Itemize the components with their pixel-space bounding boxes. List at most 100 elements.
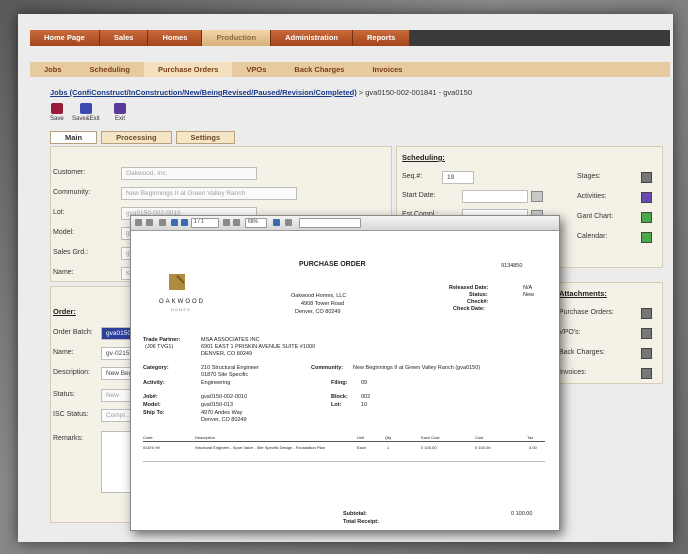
start-date-label: Start Date: (402, 192, 436, 199)
page-number-field[interactable]: 1 / 1 (191, 218, 219, 228)
gant-chart-label: Gant Chart: (577, 213, 614, 220)
save-exit-button[interactable]: Save&Exit (72, 103, 100, 122)
gant-chart-icon[interactable] (641, 212, 652, 223)
subnav-tab-scheduling[interactable]: Scheduling (76, 62, 144, 77)
save-exit-label: Save&Exit (72, 116, 100, 122)
model-value-pdf: gva0150-013 (201, 402, 234, 408)
name-label: Name: (53, 269, 74, 276)
form-toolbar: Save Save&Exit Exit (50, 103, 250, 129)
breadcrumb-link[interactable]: Jobs (ConfiConstruct/InConstruction/New/… (50, 88, 357, 97)
order-batch-label: Order Batch: (53, 329, 93, 336)
community-select[interactable]: New Beginnings II at Green Valley Ranch (121, 187, 297, 200)
nav-tab-sales[interactable]: Sales (99, 30, 149, 46)
nav-tab-homes[interactable]: Homes (148, 30, 203, 46)
nav-tab-administration[interactable]: Administration (271, 30, 353, 46)
row-description: Structural Engineer - Sport Valve - Site… (195, 445, 325, 450)
breadcrumb: Jobs (ConfiConstruct/InConstruction/New/… (50, 88, 670, 97)
released-date-value: N/A (523, 285, 533, 291)
activity-value: Engineering (201, 380, 231, 386)
col-unit: Unit (357, 435, 365, 440)
model-label-pdf: Model: (143, 402, 161, 408)
subnav-tab-vpos[interactable]: VPOs (232, 62, 280, 77)
purchase-orders-label: Purchase Orders: (559, 309, 614, 316)
vpos-label: VPO's: (559, 329, 581, 336)
subnav-tab-jobs[interactable]: Jobs (30, 62, 76, 77)
row-cost: 0 100.00 (475, 445, 491, 450)
stages-icon[interactable] (641, 172, 652, 183)
fit-page-icon[interactable] (273, 219, 280, 226)
order-name-label: Name: (53, 349, 74, 356)
po-title: PURCHASE ORDER (299, 261, 366, 268)
zoom-in-icon[interactable] (233, 219, 240, 226)
row-each-cost: 0 100.00 (421, 445, 437, 450)
purchase-orders-icon[interactable] (641, 308, 652, 319)
customer-select[interactable]: Oakwood, Inc. (121, 167, 257, 180)
remarks-label: Remarks: (53, 435, 83, 442)
customer-label: Customer: (53, 169, 86, 176)
next-page-icon[interactable] (181, 219, 188, 226)
print-icon[interactable] (135, 219, 142, 226)
row-code: 01870 99 (143, 445, 160, 450)
tab-processing[interactable]: Processing (101, 131, 172, 144)
nav-tab-production[interactable]: Production (202, 30, 272, 46)
subnav-tab-invoices[interactable]: Invoices (358, 62, 416, 77)
scheduling-heading: Scheduling: (402, 153, 445, 162)
exit-icon (114, 103, 126, 114)
save-button[interactable]: Save (50, 103, 64, 122)
category-value: 210 Structural Engineer (201, 365, 259, 371)
tab-main[interactable]: Main (50, 131, 98, 144)
trade-partner-label: Trade Partner: (143, 337, 181, 343)
find-field[interactable] (299, 218, 361, 228)
nav-tab-home-page[interactable]: Home Page (30, 30, 100, 46)
save-exit-icon (79, 103, 92, 114)
zoom-out-icon[interactable] (223, 219, 230, 226)
nav-tab-reports[interactable]: Reports (353, 30, 411, 46)
lot-label-pdf: Lot: (331, 402, 342, 408)
lot-label: Lot: (53, 209, 65, 216)
back-charges-icon[interactable] (641, 348, 652, 359)
attachments-heading: Attachments: (559, 289, 607, 298)
sub-nav: Jobs Scheduling Purchase Orders VPOs Bac… (30, 62, 670, 77)
col-cost: Cost (475, 435, 484, 440)
vpos-icon[interactable] (641, 328, 652, 339)
seq-label: Seq.#: (402, 173, 423, 180)
invoices-label: Invoices: (559, 369, 587, 376)
lot-value-pdf: 10 (361, 402, 368, 408)
subtotal-label: Subtotal: (343, 511, 367, 517)
subtotal-value: 0 100.00 (511, 511, 533, 517)
subnav-tab-back-charges[interactable]: Back Charges (280, 62, 358, 77)
activities-icon[interactable] (641, 192, 652, 203)
exit-button[interactable]: Exit (114, 103, 126, 122)
trade-partner-line-3: DENVER, CO 80249 (201, 351, 253, 357)
invoices-icon[interactable] (641, 368, 652, 379)
zoom-select[interactable]: 66% (245, 218, 267, 228)
seq-field[interactable]: 19 (442, 171, 474, 184)
remarks-textarea[interactable] (101, 431, 133, 493)
filing-value: 09 (361, 380, 368, 386)
main-nav: Home Page Sales Homes Production Adminis… (30, 30, 670, 46)
model-label: Model: (53, 229, 75, 236)
po-number: 9134850 (501, 263, 523, 269)
save-pdf-icon[interactable] (146, 219, 153, 226)
released-date-label: Released Date: (449, 285, 489, 291)
tab-settings[interactable]: Settings (175, 131, 236, 144)
table-header-rule (143, 441, 545, 442)
calendar-icon[interactable] (531, 191, 543, 202)
isc-status-label: ISC Status: (53, 411, 89, 418)
zoom-text: 66% (248, 219, 259, 225)
filing-label: Filing: (331, 380, 348, 386)
block-value: 002 (361, 394, 371, 400)
job-value: gva0150-002-0010 (201, 394, 248, 400)
community-label: Community: (53, 189, 91, 196)
start-date-field[interactable] (462, 190, 528, 203)
vendor-code: (J06 TVG1) (145, 344, 174, 350)
back-icon[interactable] (159, 219, 166, 226)
activity-label: Activity: (143, 380, 165, 386)
subnav-tab-purchase-orders[interactable]: Purchase Orders (143, 62, 233, 77)
ship-to-label: Ship To: (143, 410, 165, 416)
calendar-view-icon[interactable] (641, 232, 652, 243)
col-qty: Qty (385, 435, 392, 440)
rotate-icon[interactable] (285, 219, 292, 226)
status-label: Status: (53, 391, 75, 398)
prev-page-icon[interactable] (171, 219, 178, 226)
